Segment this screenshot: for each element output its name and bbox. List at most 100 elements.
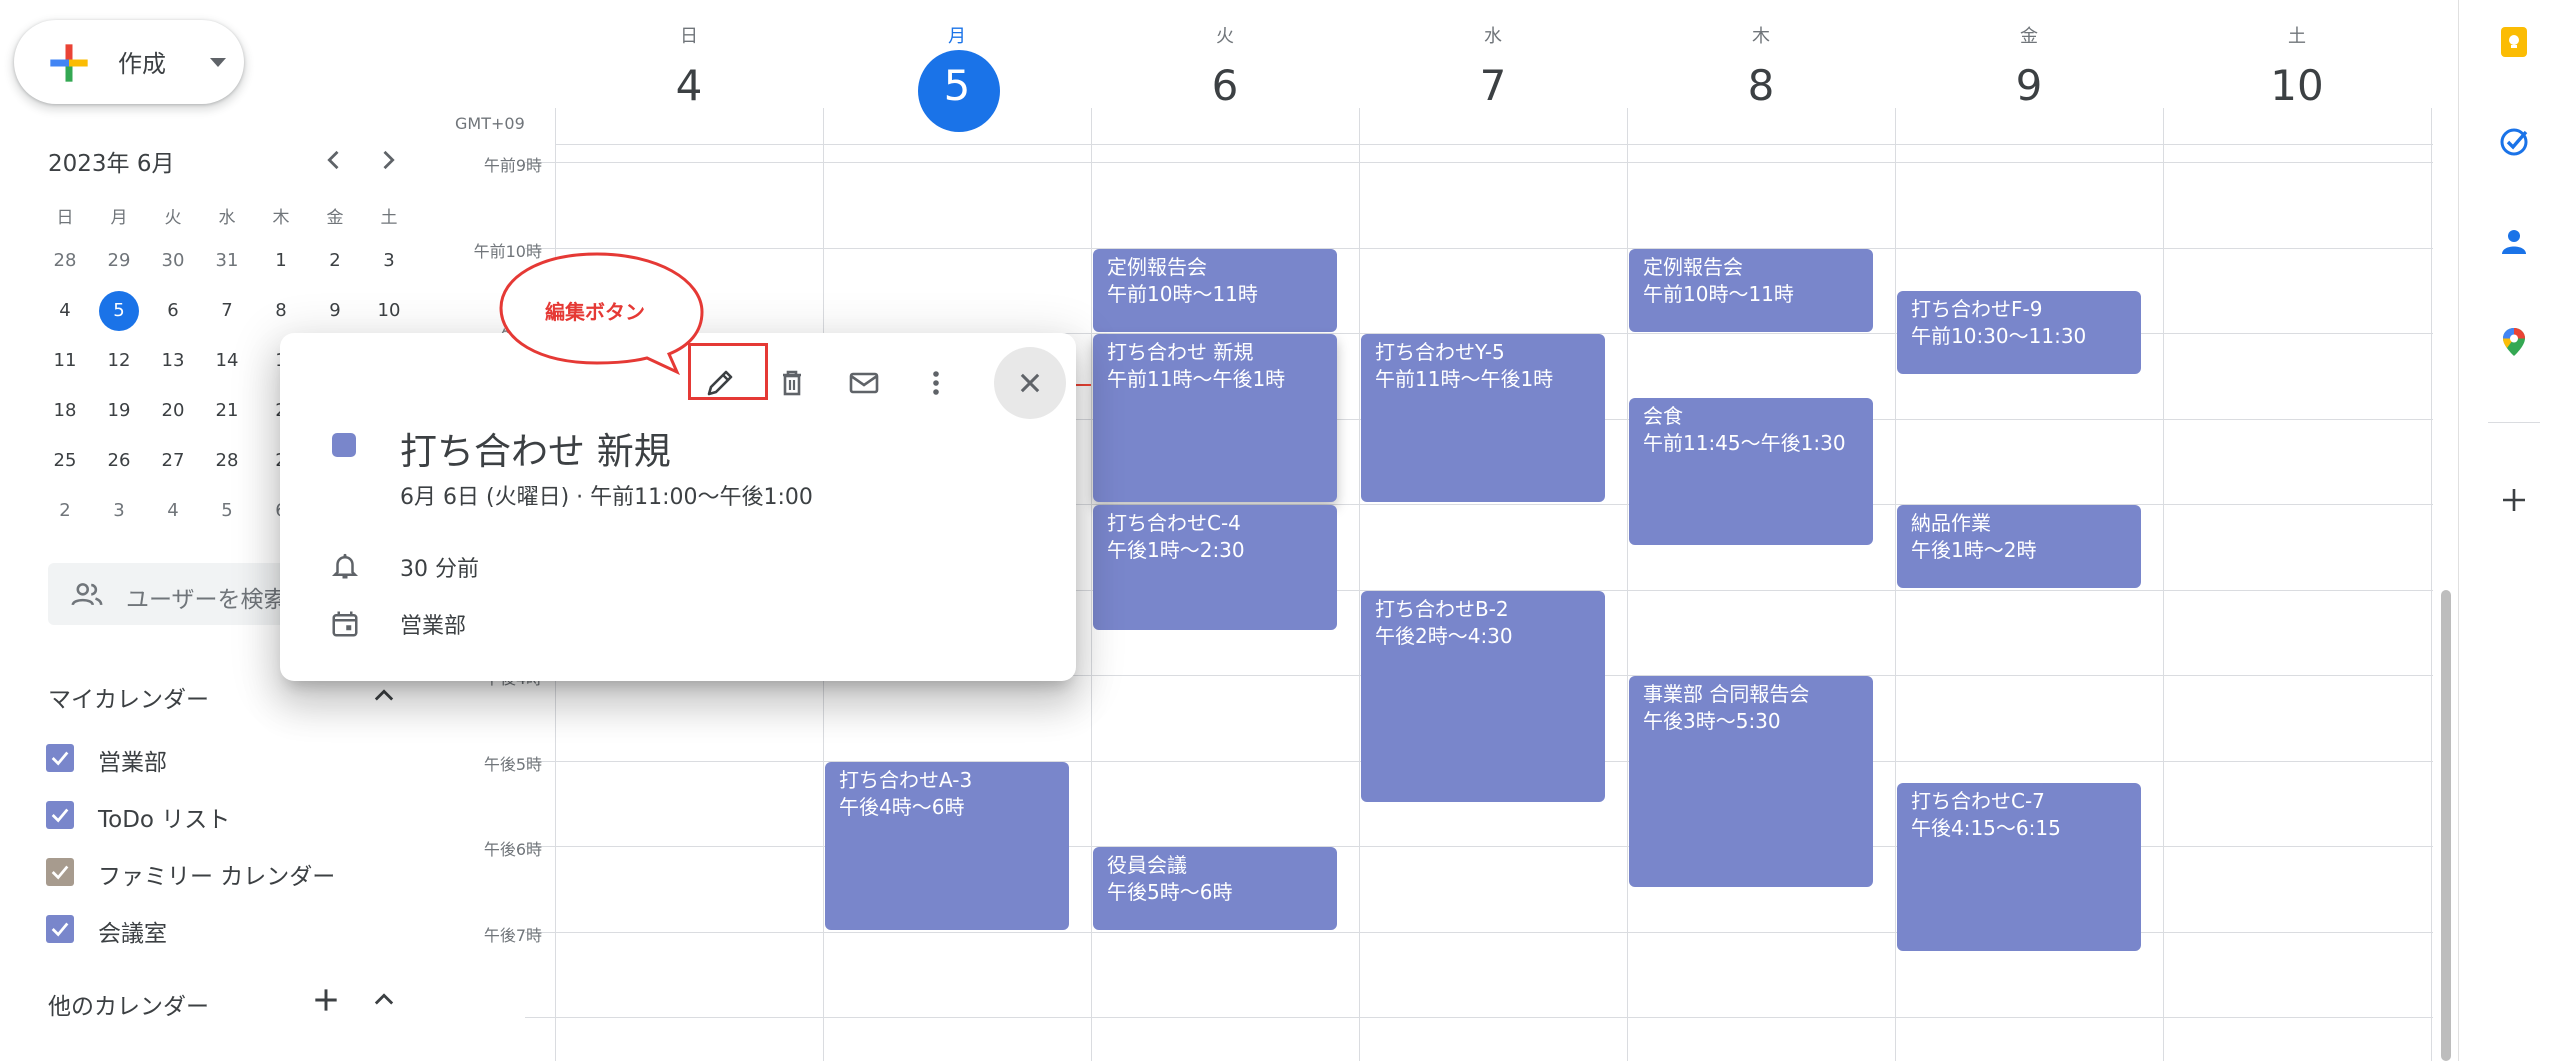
mini-day[interactable]: 25 bbox=[38, 436, 92, 486]
chevron-up-icon[interactable] bbox=[370, 682, 398, 710]
maps-icon[interactable] bbox=[2498, 326, 2530, 358]
people-search-placeholder: ユーザーを検索 bbox=[126, 587, 287, 613]
calendar-item[interactable]: ToDo リスト bbox=[46, 795, 376, 835]
mini-day[interactable]: 11 bbox=[38, 336, 92, 386]
checkbox[interactable] bbox=[46, 915, 74, 943]
day-number[interactable]: 5 bbox=[897, 58, 1017, 114]
event-block[interactable]: 打ち合わせC-4 午後1時〜2:30 bbox=[1093, 505, 1337, 630]
side-divider bbox=[2488, 422, 2540, 423]
time-label: 午後5時 bbox=[483, 755, 542, 774]
event-title: 打ち合わせ 新規 bbox=[1107, 340, 1254, 364]
chevron-left-icon[interactable] bbox=[320, 146, 348, 174]
mini-day[interactable]: 28 bbox=[200, 436, 254, 486]
checkbox[interactable] bbox=[46, 801, 74, 829]
checkbox[interactable] bbox=[46, 744, 74, 772]
day-number[interactable]: 4 bbox=[629, 58, 749, 114]
mini-day[interactable]: 20 bbox=[146, 386, 200, 436]
mini-day[interactable]: 21 bbox=[200, 386, 254, 436]
event-block[interactable]: 打ち合わせ 新規 午前11時〜午後1時 bbox=[1093, 334, 1337, 502]
event-block[interactable]: 事業部 合同報告会 午後3時〜5:30 bbox=[1629, 676, 1873, 887]
create-label: 作成 bbox=[118, 50, 166, 78]
event-block[interactable]: 打ち合わせA-3 午後4時〜6時 bbox=[825, 762, 1069, 930]
mini-day[interactable]: 26 bbox=[92, 436, 146, 486]
event-time: 午後1時〜2:30 bbox=[1107, 538, 1245, 562]
mini-day[interactable]: 29 bbox=[92, 236, 146, 286]
event-title: 定例報告会 bbox=[1107, 255, 1207, 279]
more-options-icon[interactable] bbox=[908, 355, 964, 411]
mini-day[interactable]: 19 bbox=[92, 386, 146, 436]
mini-day[interactable]: 4 bbox=[146, 486, 200, 536]
day-number[interactable]: 9 bbox=[1969, 58, 2089, 114]
mini-day[interactable]: 12 bbox=[92, 336, 146, 386]
calendar-item[interactable]: 会議室 bbox=[46, 909, 376, 949]
delete-icon[interactable] bbox=[764, 355, 820, 411]
mini-day[interactable]: 1 bbox=[254, 236, 308, 286]
plus-colored-icon bbox=[50, 44, 88, 82]
event-block[interactable]: 会食 午前11:45〜午後1:30 bbox=[1629, 398, 1873, 545]
event-time: 午前11時〜午後1時 bbox=[1375, 367, 1554, 391]
event-title: 事業部 合同報告会 bbox=[1643, 682, 1810, 706]
mini-day[interactable]: 3 bbox=[362, 236, 416, 286]
event-calendar: 営業部 bbox=[400, 614, 467, 639]
email-icon[interactable] bbox=[836, 355, 892, 411]
mini-day[interactable]: 6 bbox=[146, 286, 200, 336]
mini-day[interactable]: 10 bbox=[362, 286, 416, 336]
calendar-item-label: ToDo リスト bbox=[98, 807, 231, 833]
chevron-up-icon[interactable] bbox=[370, 986, 398, 1014]
mini-day[interactable]: 18 bbox=[38, 386, 92, 436]
hour-line bbox=[525, 932, 2433, 933]
event-time: 午後3時〜5:30 bbox=[1643, 709, 1781, 733]
event-block[interactable]: 打ち合わせF-9 午前10:30〜11:30 bbox=[1897, 291, 2141, 374]
add-icon[interactable] bbox=[310, 984, 342, 1016]
create-button[interactable]: 作成 bbox=[14, 20, 244, 104]
mini-day[interactable]: 4 bbox=[38, 286, 92, 336]
add-addon-icon[interactable] bbox=[2498, 484, 2530, 516]
day-number[interactable]: 7 bbox=[1433, 58, 1553, 114]
event-block[interactable]: 定例報告会午前10時〜11時 bbox=[1093, 249, 1337, 332]
tasks-icon[interactable] bbox=[2498, 126, 2530, 158]
close-button[interactable] bbox=[994, 347, 1066, 419]
event-title: 会食 bbox=[1643, 404, 1683, 428]
mini-day[interactable]: 3 bbox=[92, 486, 146, 536]
contacts-icon[interactable] bbox=[2498, 226, 2530, 258]
event-block[interactable]: 打ち合わせY-5 午前11時〜午後1時 bbox=[1361, 334, 1605, 502]
chevron-right-icon[interactable] bbox=[374, 146, 402, 174]
calendar-item[interactable]: ファミリー カレンダー bbox=[46, 852, 376, 892]
day-number[interactable]: 10 bbox=[2237, 58, 2357, 114]
event-time: 午後4時〜6時 bbox=[839, 795, 965, 819]
event-block[interactable]: 役員会議 午後5時〜6時 bbox=[1093, 847, 1337, 930]
mini-day[interactable]: 13 bbox=[146, 336, 200, 386]
mini-day[interactable]: 14 bbox=[200, 336, 254, 386]
day-number[interactable]: 8 bbox=[1701, 58, 1821, 114]
event-block[interactable]: 打ち合わせB-2 午後2時〜4:30 bbox=[1361, 591, 1605, 802]
mini-day[interactable]: 5 bbox=[200, 486, 254, 536]
my-calendars-title[interactable]: マイカレンダー bbox=[48, 680, 209, 714]
mini-day[interactable]: 8 bbox=[254, 286, 308, 336]
mini-day[interactable]: 5 bbox=[92, 286, 146, 336]
mini-day[interactable]: 31 bbox=[200, 236, 254, 286]
day-number[interactable]: 6 bbox=[1165, 58, 1285, 114]
event-block[interactable]: 納品作業 午後1時〜2時 bbox=[1897, 505, 2141, 588]
other-calendars-title: 他のカレンダー bbox=[48, 994, 209, 1020]
mini-day[interactable]: 27 bbox=[146, 436, 200, 486]
mini-day[interactable]: 7 bbox=[200, 286, 254, 336]
side-panel bbox=[2458, 0, 2560, 1061]
event-time: 午前10時〜11時 bbox=[1107, 282, 1258, 306]
checkbox[interactable] bbox=[46, 858, 74, 886]
event-popup: 打ち合わせ 新規 6月 6日 (火曜日) · 午前11:00〜午後1:00 30… bbox=[280, 333, 1076, 681]
mini-day[interactable]: 2 bbox=[308, 236, 362, 286]
calendar-item-label: 会議室 bbox=[98, 921, 167, 947]
mini-day[interactable]: 28 bbox=[38, 236, 92, 286]
event-block[interactable]: 定例報告会 午前10時〜11時 bbox=[1629, 249, 1873, 332]
checkmark-icon bbox=[51, 751, 69, 766]
mini-calendar-title: 2023年 6月 bbox=[48, 151, 175, 177]
calendar-item[interactable]: 営業部 bbox=[46, 738, 376, 778]
keep-icon[interactable] bbox=[2498, 26, 2530, 58]
mini-weekday: 月 bbox=[110, 208, 128, 228]
mini-day[interactable]: 9 bbox=[308, 286, 362, 336]
mini-day[interactable]: 2 bbox=[38, 486, 92, 536]
scrollbar-thumb[interactable] bbox=[2441, 590, 2451, 1061]
mini-day[interactable]: 30 bbox=[146, 236, 200, 286]
event-block[interactable]: 打ち合わせC-7 午後4:15〜6:15 bbox=[1897, 783, 2141, 951]
mini-weekday: 火 bbox=[164, 208, 182, 228]
